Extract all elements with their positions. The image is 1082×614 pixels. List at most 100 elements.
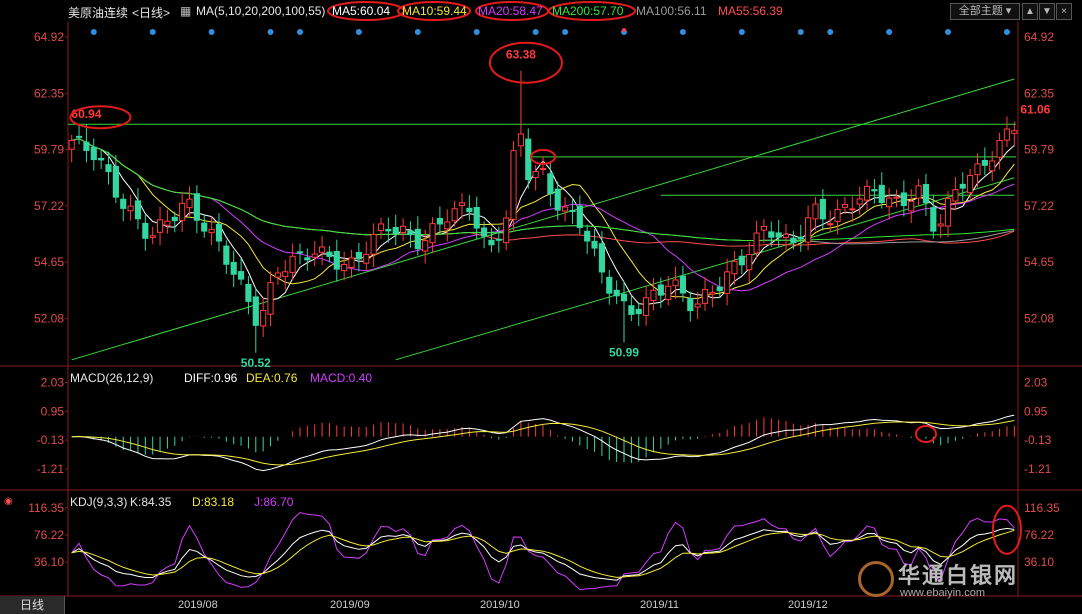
watermark-url: www.ebaiyin.com (900, 587, 985, 599)
candle-body (245, 283, 252, 302)
candle-body (400, 225, 407, 234)
candle-body (532, 171, 539, 178)
watermark: 华通白银网 www.ebaiyin.com (852, 555, 1072, 610)
candle-body (451, 208, 458, 222)
price-annotation: 63.38 (506, 48, 536, 62)
candle-body (591, 240, 598, 249)
price-annotation: 60.94 (71, 107, 101, 121)
candle-body (326, 251, 333, 257)
candle-body (790, 237, 797, 244)
candle-body (407, 230, 414, 236)
candle-body (746, 253, 753, 271)
candle-body (827, 223, 834, 226)
watermark-text: 华通白银网 (898, 563, 1019, 588)
event-dot-icon (945, 29, 952, 35)
event-dot-icon (414, 29, 421, 35)
candle-body (753, 232, 760, 254)
close-icon[interactable]: × (1056, 3, 1072, 20)
ma10-value: MA10:59.44 (402, 4, 467, 18)
candle-body (503, 217, 510, 244)
arrow-down-icon[interactable]: ▼ (1039, 3, 1055, 20)
candle-body (841, 203, 849, 208)
y-tick-label: 59.79 (1024, 142, 1054, 156)
candle-body (466, 207, 473, 213)
y-tick-label: 54.65 (34, 255, 64, 269)
candle-body (377, 223, 385, 232)
candle-body (355, 251, 362, 260)
ma-params-label: MA(5,10,20,200,100,55) (196, 4, 326, 18)
candle-body (274, 272, 281, 278)
candle-body (768, 231, 775, 238)
candle-body (701, 289, 709, 304)
event-dot-icon (355, 29, 362, 35)
y-tick-label: 54.65 (1024, 255, 1054, 269)
event-dot-icon (473, 29, 480, 35)
candle-body (539, 168, 547, 171)
candle-body (296, 251, 304, 254)
x-tick-label: 2019/10 (480, 599, 520, 611)
candle-body (584, 230, 591, 242)
candle-body (937, 223, 944, 227)
y-tick-label: 52.08 (1024, 312, 1054, 326)
candle-body (996, 140, 1003, 158)
event-dot-icon (679, 29, 686, 35)
candle-body (967, 175, 974, 194)
candle-body (230, 261, 237, 275)
candle-body (458, 202, 466, 207)
candle-body (922, 184, 930, 204)
period-tab-daily[interactable]: 日线 (0, 596, 65, 614)
event-dot-icon (532, 29, 539, 35)
candle-body (687, 297, 694, 312)
price-annotation: 50.99 (609, 345, 639, 359)
watermark-logo-icon (858, 561, 894, 597)
y-tick-label: 64.92 (34, 30, 64, 44)
candle-body (223, 245, 230, 265)
event-dot-icon (827, 29, 834, 35)
kdj-j: J:86.70 (254, 495, 294, 509)
candle-body (1003, 128, 1011, 141)
y-tick-label: 2.03 (41, 376, 65, 390)
price-annotation: 61.06 (1020, 103, 1050, 117)
candle-body (944, 198, 952, 227)
candle-body (709, 291, 716, 295)
candle-body (164, 220, 171, 226)
y-tick-label: 0.95 (41, 404, 65, 418)
candle-body (208, 228, 215, 234)
x-tick-label: 2019/11 (640, 599, 679, 611)
highlight-ellipse (991, 504, 1022, 555)
candle-body (628, 305, 635, 315)
candle-body (179, 202, 186, 221)
y-tick-label: 64.92 (1024, 30, 1054, 44)
candle-body (215, 223, 223, 242)
settings-icon[interactable]: ▦ (180, 4, 191, 18)
macd-value: MACD:0.40 (310, 371, 372, 385)
arrow-up-icon[interactable]: ▲ (1022, 3, 1038, 20)
candle-body (547, 173, 554, 195)
kdj-k: K:84.35 (130, 495, 172, 509)
candle-body (974, 163, 981, 176)
candle-body (930, 207, 937, 232)
candle-body (863, 185, 871, 201)
macd-diff: DIFF:0.96 (184, 371, 238, 385)
candle-body (282, 271, 289, 278)
y-tick-label: 62.35 (1024, 86, 1054, 100)
candle-body (90, 146, 97, 161)
candle-body (871, 189, 878, 192)
event-dot-icon (149, 29, 156, 35)
x-tick-label: 2019/09 (330, 599, 370, 611)
chart-canvas[interactable]: 64.92 64.92 62.35 62.35 59.79 59.79 57.22 57.22… (0, 0, 1082, 614)
theme-dropdown-button[interactable]: 全部主题 ▾ (950, 3, 1020, 20)
candle-body (252, 296, 259, 326)
event-dot-icon (738, 29, 745, 35)
candle-body (98, 157, 105, 161)
y-tick-label: -0.13 (1024, 433, 1052, 447)
candle-body (127, 205, 134, 212)
event-dot-icon (267, 29, 274, 35)
ma55-value: MA55:56.39 (718, 4, 783, 18)
candle-body (495, 238, 502, 241)
chart-window: 64.92 64.92 62.35 62.35 59.79 59.79 57.22 57.22… (0, 0, 1082, 614)
period-label[interactable]: <日线> (132, 4, 170, 21)
ma100-value: MA100:56.11 (636, 4, 707, 18)
candle-body (650, 289, 657, 301)
candle-body (819, 198, 826, 220)
